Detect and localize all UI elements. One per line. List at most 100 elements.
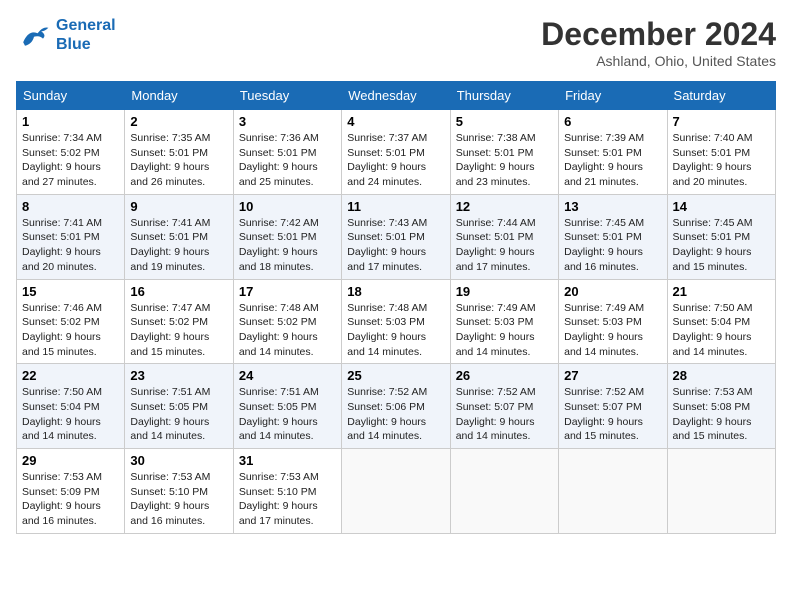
day-number: 9 [130,199,227,214]
calendar-cell [342,449,450,534]
calendar-cell: 14 Sunrise: 7:45 AMSunset: 5:01 PMDayligh… [667,194,775,279]
calendar-cell: 10Sunrise: 7:42 AMSunset: 5:01 PMDayligh… [233,194,341,279]
day-number: 15 [22,284,119,299]
day-number: 29 [22,453,119,468]
day-number: 24 [239,368,336,383]
day-number: 2 [130,114,227,129]
day-number: 4 [347,114,444,129]
day-number: 31 [239,453,336,468]
calendar-cell: 13 Sunrise: 7:45 AMSunset: 5:01 PMDayligh… [559,194,667,279]
day-info: Sunrise: 7:34 AMSunset: 5:02 PMDaylight:… [22,131,119,190]
calendar-cell [667,449,775,534]
calendar-cell: 23 Sunrise: 7:51 AMSunset: 5:05 PMDayligh… [125,364,233,449]
logo-text: General Blue [56,16,116,54]
calendar-cell: 1 Sunrise: 7:34 AMSunset: 5:02 PMDaylight… [17,110,125,195]
calendar-day-header: Thursday [450,82,558,110]
day-info: Sunrise: 7:41 AMSunset: 5:01 PMDaylight:… [22,216,119,275]
day-number: 1 [22,114,119,129]
calendar-cell: 15 Sunrise: 7:46 AMSunset: 5:02 PMDayligh… [17,279,125,364]
day-info: Sunrise: 7:53 AMSunset: 5:08 PMDaylight:… [673,385,770,444]
calendar-cell: 17 Sunrise: 7:48 AMSunset: 5:02 PMDayligh… [233,279,341,364]
calendar-day-header: Saturday [667,82,775,110]
calendar-cell: 6Sunrise: 7:39 AMSunset: 5:01 PMDaylight… [559,110,667,195]
calendar-body: 1 Sunrise: 7:34 AMSunset: 5:02 PMDaylight… [17,110,776,534]
day-info: Sunrise: 7:48 AMSunset: 5:03 PMDaylight:… [347,301,444,360]
calendar-cell: 24Sunrise: 7:51 AMSunset: 5:05 PMDayligh… [233,364,341,449]
day-info: Sunrise: 7:44 AMSunset: 5:01 PMDaylight:… [456,216,553,275]
calendar-cell: 28Sunrise: 7:53 AMSunset: 5:08 PMDayligh… [667,364,775,449]
calendar-cell: 27 Sunrise: 7:52 AMSunset: 5:07 PMDayligh… [559,364,667,449]
day-number: 18 [347,284,444,299]
day-info: Sunrise: 7:38 AMSunset: 5:01 PMDaylight:… [456,131,553,190]
day-info: Sunrise: 7:46 AMSunset: 5:02 PMDaylight:… [22,301,119,360]
day-info: Sunrise: 7:45 AMSunset: 5:01 PMDaylight:… [564,216,661,275]
day-info: Sunrise: 7:43 AMSunset: 5:01 PMDaylight:… [347,216,444,275]
day-info: Sunrise: 7:52 AMSunset: 5:06 PMDaylight:… [347,385,444,444]
calendar-cell: 11 Sunrise: 7:43 AMSunset: 5:01 PMDayligh… [342,194,450,279]
logo: General Blue [16,16,116,54]
calendar-cell: 21Sunrise: 7:50 AMSunset: 5:04 PMDayligh… [667,279,775,364]
day-info: Sunrise: 7:48 AMSunset: 5:02 PMDaylight:… [239,301,336,360]
calendar-cell: 29 Sunrise: 7:53 AMSunset: 5:09 PMDayligh… [17,449,125,534]
calendar-week-row: 15 Sunrise: 7:46 AMSunset: 5:02 PMDayligh… [17,279,776,364]
day-info: Sunrise: 7:50 AMSunset: 5:04 PMDaylight:… [22,385,119,444]
calendar-cell: 3Sunrise: 7:36 AMSunset: 5:01 PMDaylight… [233,110,341,195]
page-header: General Blue December 2024 Ashland, Ohio… [16,16,776,69]
day-number: 19 [456,284,553,299]
calendar-cell: 16Sunrise: 7:47 AMSunset: 5:02 PMDayligh… [125,279,233,364]
calendar-cell: 8 Sunrise: 7:41 AMSunset: 5:01 PMDaylight… [17,194,125,279]
calendar-cell: 20Sunrise: 7:49 AMSunset: 5:03 PMDayligh… [559,279,667,364]
calendar-day-header: Friday [559,82,667,110]
calendar-cell [450,449,558,534]
calendar-header-row: SundayMondayTuesdayWednesdayThursdayFrid… [17,82,776,110]
day-number: 5 [456,114,553,129]
day-number: 25 [347,368,444,383]
title-block: December 2024 Ashland, Ohio, United Stat… [541,16,776,69]
calendar-cell: 26 Sunrise: 7:52 AMSunset: 5:07 PMDayligh… [450,364,558,449]
day-number: 26 [456,368,553,383]
day-info: Sunrise: 7:35 AMSunset: 5:01 PMDaylight:… [130,131,227,190]
day-number: 17 [239,284,336,299]
logo-icon [16,17,52,53]
day-info: Sunrise: 7:45 AMSunset: 5:01 PMDaylight:… [673,216,770,275]
calendar-week-row: 1 Sunrise: 7:34 AMSunset: 5:02 PMDaylight… [17,110,776,195]
day-info: Sunrise: 7:53 AMSunset: 5:10 PMDaylight:… [239,470,336,529]
day-info: Sunrise: 7:53 AMSunset: 5:09 PMDaylight:… [22,470,119,529]
calendar-cell: 5 Sunrise: 7:38 AMSunset: 5:01 PMDaylight… [450,110,558,195]
day-info: Sunrise: 7:40 AMSunset: 5:01 PMDaylight:… [673,131,770,190]
day-number: 23 [130,368,227,383]
calendar-week-row: 22Sunrise: 7:50 AMSunset: 5:04 PMDayligh… [17,364,776,449]
location-title: Ashland, Ohio, United States [541,53,776,69]
day-number: 12 [456,199,553,214]
day-info: Sunrise: 7:49 AMSunset: 5:03 PMDaylight:… [564,301,661,360]
day-info: Sunrise: 7:49 AMSunset: 5:03 PMDaylight:… [456,301,553,360]
calendar-table: SundayMondayTuesdayWednesdayThursdayFrid… [16,81,776,534]
calendar-week-row: 8 Sunrise: 7:41 AMSunset: 5:01 PMDaylight… [17,194,776,279]
day-number: 11 [347,199,444,214]
calendar-cell: 31 Sunrise: 7:53 AMSunset: 5:10 PMDayligh… [233,449,341,534]
day-number: 8 [22,199,119,214]
day-number: 21 [673,284,770,299]
day-info: Sunrise: 7:41 AMSunset: 5:01 PMDaylight:… [130,216,227,275]
day-info: Sunrise: 7:52 AMSunset: 5:07 PMDaylight:… [564,385,661,444]
day-number: 3 [239,114,336,129]
calendar-cell: 25 Sunrise: 7:52 AMSunset: 5:06 PMDayligh… [342,364,450,449]
day-info: Sunrise: 7:52 AMSunset: 5:07 PMDaylight:… [456,385,553,444]
calendar-cell: 22Sunrise: 7:50 AMSunset: 5:04 PMDayligh… [17,364,125,449]
day-info: Sunrise: 7:51 AMSunset: 5:05 PMDaylight:… [130,385,227,444]
calendar-cell: 30Sunrise: 7:53 AMSunset: 5:10 PMDayligh… [125,449,233,534]
calendar-cell: 18 Sunrise: 7:48 AMSunset: 5:03 PMDayligh… [342,279,450,364]
day-info: Sunrise: 7:42 AMSunset: 5:01 PMDaylight:… [239,216,336,275]
day-number: 16 [130,284,227,299]
day-number: 14 [673,199,770,214]
calendar-cell: 12 Sunrise: 7:44 AMSunset: 5:01 PMDayligh… [450,194,558,279]
day-number: 27 [564,368,661,383]
calendar-cell: 9 Sunrise: 7:41 AMSunset: 5:01 PMDaylight… [125,194,233,279]
calendar-cell: 4Sunrise: 7:37 AMSunset: 5:01 PMDaylight… [342,110,450,195]
month-title: December 2024 [541,16,776,53]
calendar-cell: 19 Sunrise: 7:49 AMSunset: 5:03 PMDayligh… [450,279,558,364]
day-number: 6 [564,114,661,129]
day-number: 13 [564,199,661,214]
calendar-day-header: Tuesday [233,82,341,110]
calendar-day-header: Wednesday [342,82,450,110]
